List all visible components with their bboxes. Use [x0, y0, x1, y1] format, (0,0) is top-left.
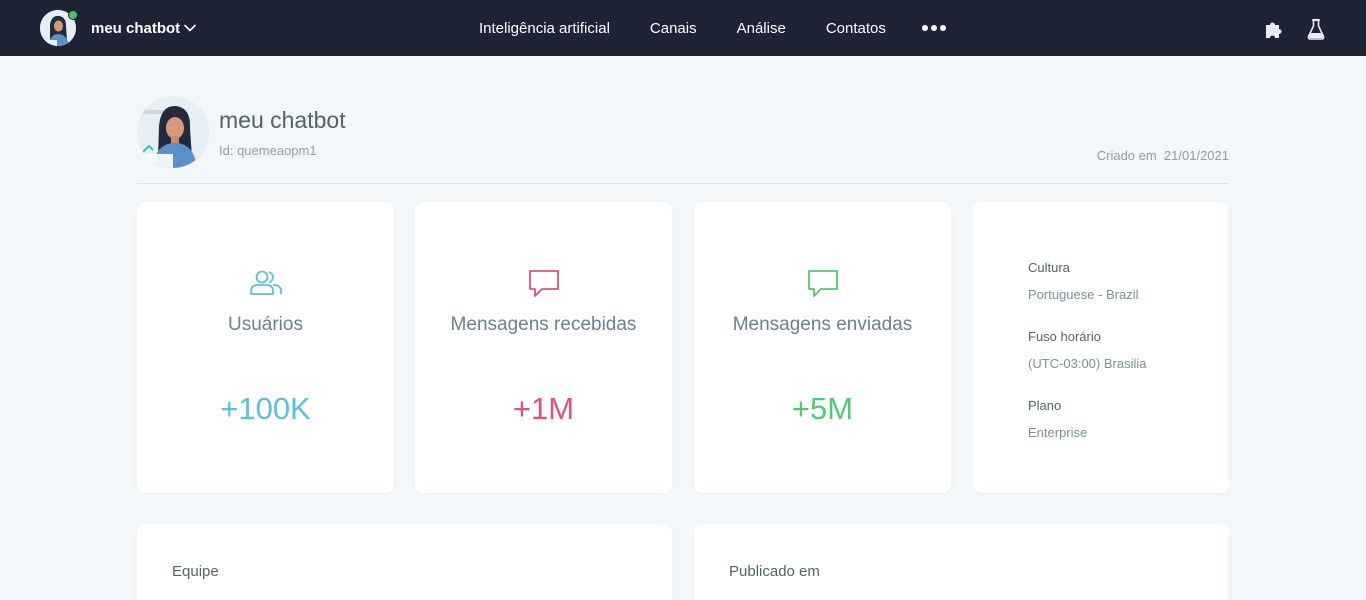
timezone-value: (UTC-03:00) Brasilia [1028, 356, 1147, 371]
culture-label: Cultura [1028, 260, 1070, 275]
stat-value: +5M [791, 391, 854, 426]
stat-value: +100K [220, 391, 311, 426]
more-horizontal-icon[interactable] [921, 25, 946, 31]
users-card: Usuários +100K [137, 202, 394, 493]
sent-messages-card: Mensagens enviadas +5M [694, 202, 951, 493]
published-panel: Publicado em [694, 524, 1229, 600]
stat-value: +1M [512, 391, 575, 426]
chat-icon [694, 268, 951, 300]
plan-label: Plano [1028, 398, 1062, 413]
online-status-dot [68, 10, 78, 20]
page-title: meu chatbot [219, 107, 346, 133]
bot-avatar-large [137, 96, 209, 168]
users-icon [137, 268, 394, 296]
culture-value: Portuguese - Brazil [1028, 287, 1139, 302]
team-panel: Equipe [137, 524, 672, 600]
timezone-label: Fuso horário [1028, 329, 1101, 344]
bot-header: meu chatbot Id: quemeaopm1 Criado em 21/… [137, 96, 1229, 184]
bot-avatar [40, 10, 78, 46]
chat-icon [415, 268, 672, 300]
bot-info-card: Cultura Portuguese - Brazil Fuso horário… [973, 202, 1229, 493]
stat-label: Usuários [228, 314, 303, 335]
nav-analytics[interactable]: Análise [737, 20, 786, 37]
bot-switcher[interactable]: meu chatbot [40, 10, 196, 46]
chevron-down-icon [184, 24, 196, 32]
plan-value: Enterprise [1028, 425, 1088, 440]
nav-ai[interactable]: Inteligência artificial [479, 20, 610, 37]
puzzle-icon[interactable] [1262, 17, 1286, 41]
created-date: Criado em 21/01/2021 [1096, 148, 1229, 163]
top-navbar: meu chatbot Inteligência artificial Cana… [0, 0, 1366, 56]
bot-id: Id: quemeaopm1 [219, 143, 317, 158]
bot-name: meu chatbot [91, 19, 181, 37]
nav-contacts[interactable]: Contatos [826, 20, 886, 37]
flask-icon[interactable] [1304, 17, 1328, 41]
team-title: Equipe [172, 563, 219, 580]
stat-label: Mensagens recebidas [450, 314, 637, 335]
published-title: Publicado em [729, 563, 820, 580]
received-messages-card: Mensagens recebidas +1M [415, 202, 672, 493]
stat-label: Mensagens enviadas [732, 314, 913, 335]
main-nav: Inteligência artificial Canais Análise C… [479, 0, 946, 56]
nav-channels[interactable]: Canais [650, 20, 697, 37]
